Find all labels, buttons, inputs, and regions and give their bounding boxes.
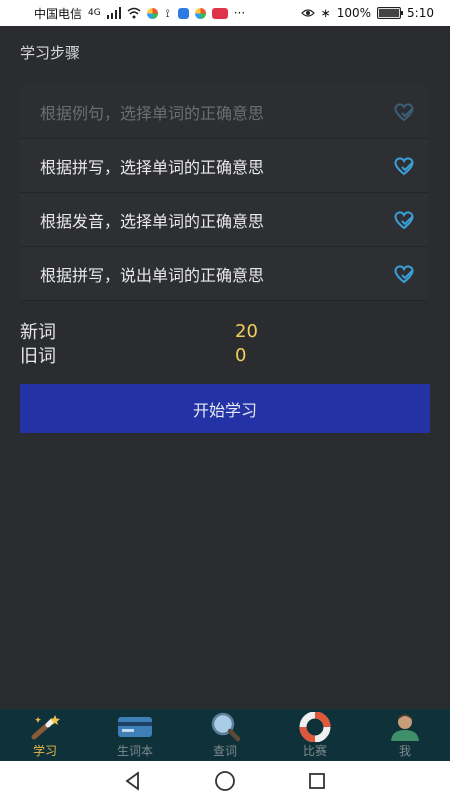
back-icon[interactable] [122,770,144,792]
step-item-spelling-choose[interactable]: 根据拼写，选择单词的正确意思 [20,139,428,193]
life-ring-icon [297,712,333,742]
step-item-example-sentence[interactable]: 根据例句，选择单词的正确意思 [20,85,428,139]
step-label: 根据发音，选择单词的正确意思 [40,211,265,231]
network-label: 4G [88,8,101,18]
app-icon-1 [146,7,158,19]
new-words-row: 新词 20 [20,319,430,344]
bottom-nav: 学习 生词本 查词 比赛 我 [0,709,450,761]
nav-item-contest[interactable]: 比赛 [270,709,360,761]
new-words-count[interactable]: 20 [235,321,258,342]
nav-item-study[interactable]: 学习 [0,709,90,761]
nav-label: 我 [398,744,411,758]
start-learning-button[interactable]: 开始学习 [20,384,430,433]
signal-icon [106,7,121,19]
nav-label: 学习 [32,744,57,758]
magic-wand-icon [27,712,63,742]
nav-item-lookup[interactable]: 查词 [180,709,270,761]
recents-icon[interactable] [306,770,328,792]
heart-check-icon[interactable] [392,156,416,176]
usb-icon: ⟟ [165,7,170,20]
word-counters: 新词 20 旧词 0 [20,319,430,368]
magnifier-icon [207,712,243,742]
app-icon-2 [177,7,189,19]
heart-check-icon[interactable] [392,264,416,284]
nav-item-me[interactable]: 我 [360,709,450,761]
bluetooth-icon: ∗ [320,6,331,20]
battery-percent: 100% [336,6,372,20]
battery-icon [377,7,404,19]
old-words-label: 旧词 [20,346,56,367]
more-notifications-icon: ··· [233,6,246,20]
new-words-label: 新词 [20,322,56,343]
old-words-count[interactable]: 0 [235,345,246,366]
step-item-spelling-speak[interactable]: 根据拼写，说出单词的正确意思 [20,247,428,301]
nav-label: 查词 [212,744,237,758]
user-icon [387,712,423,742]
section-title: 学习步骤 [20,44,81,62]
app-icon-4 [211,7,228,19]
clock: 5:10 [407,6,434,20]
eye-icon [300,9,315,17]
step-label: 根据拼写，选择单词的正确意思 [40,157,265,177]
heart-check-icon[interactable] [392,210,416,230]
nav-label: 生词本 [116,744,153,758]
step-item-pronunciation-choose[interactable]: 根据发音，选择单词的正确意思 [20,193,428,247]
carrier-label: 中国电信 [34,6,83,21]
heart-check-icon[interactable] [392,102,416,122]
home-icon[interactable] [214,770,236,792]
app-icon-3 [194,7,206,19]
steps-list: 根据例句，选择单词的正确意思 根据拼写，选择单词的正确意思 根据发音，选择单词的… [20,85,428,301]
battery-level [379,9,400,17]
step-label: 根据拼写，说出单词的正确意思 [40,265,265,285]
nav-label: 比赛 [302,744,327,758]
status-right: ∗ 100% 5:10 [300,6,434,20]
step-label: 根据例句，选择单词的正确意思 [40,103,265,123]
wifi-icon [127,7,141,19]
card-icon [117,712,153,742]
status-bar: 中国电信 4G ⟟ ··· ∗ 100% 5:10 [0,0,450,26]
nav-item-vocab-book[interactable]: 生词本 [90,709,180,761]
system-nav-bar [0,761,450,800]
status-left: 中国电信 4G ⟟ ··· [34,5,245,22]
old-words-row: 旧词 0 [20,343,430,368]
